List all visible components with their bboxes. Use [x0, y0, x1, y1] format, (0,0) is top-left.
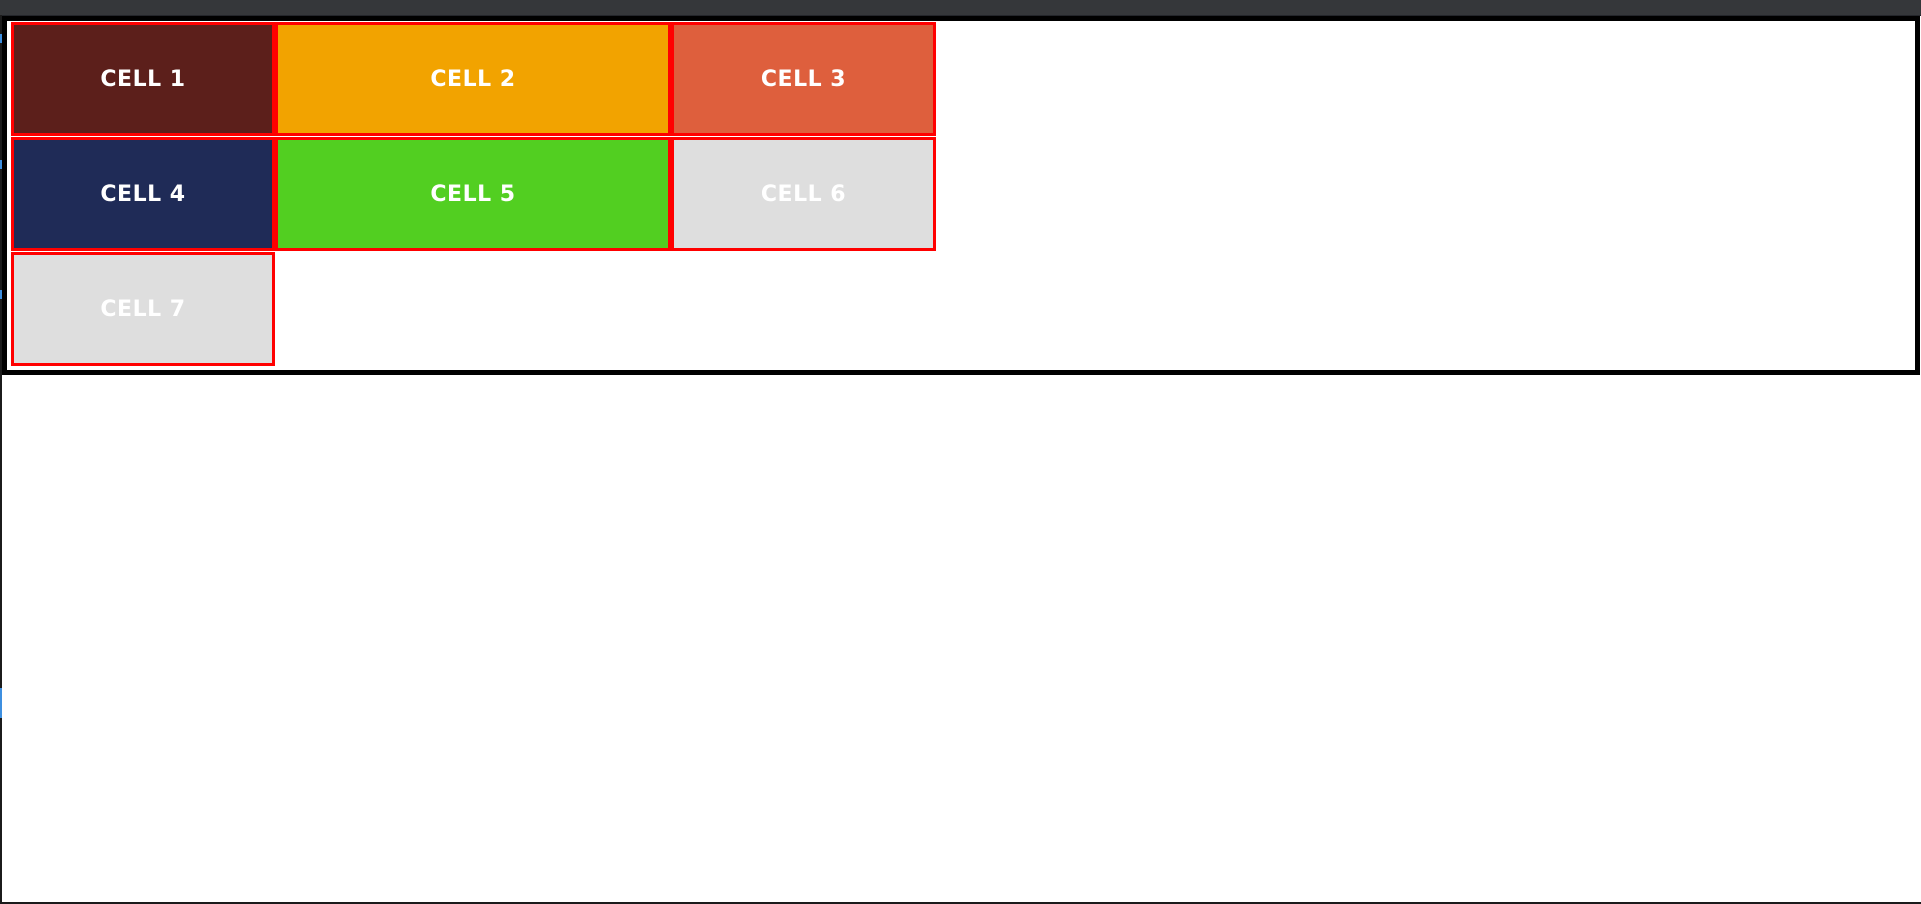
- cell-1-label: CELL 1: [100, 66, 186, 92]
- cell-2: CELL 2: [275, 22, 671, 136]
- cell-3-label: CELL 3: [760, 66, 847, 92]
- edge-marker: [0, 688, 2, 718]
- cell-1: CELL 1: [11, 22, 275, 136]
- cell-2-label: CELL 2: [430, 66, 516, 92]
- grid-container: CELL 1 CELL 2 CELL 3 CELL 4 CELL 5 CELL …: [2, 16, 1920, 375]
- cell-7-label: CELL 7: [100, 296, 186, 322]
- cell-3: CELL 3: [671, 22, 936, 136]
- cell-5: CELL 5: [275, 137, 671, 251]
- top-toolbar: [0, 0, 1921, 16]
- cell-4-label: CELL 4: [100, 181, 186, 207]
- cell-7: CELL 7: [11, 252, 275, 366]
- cell-4: CELL 4: [11, 137, 275, 251]
- cell-5-label: CELL 5: [430, 181, 516, 207]
- cell-6-label: CELL 6: [760, 181, 847, 207]
- cell-6: CELL 6: [671, 137, 936, 251]
